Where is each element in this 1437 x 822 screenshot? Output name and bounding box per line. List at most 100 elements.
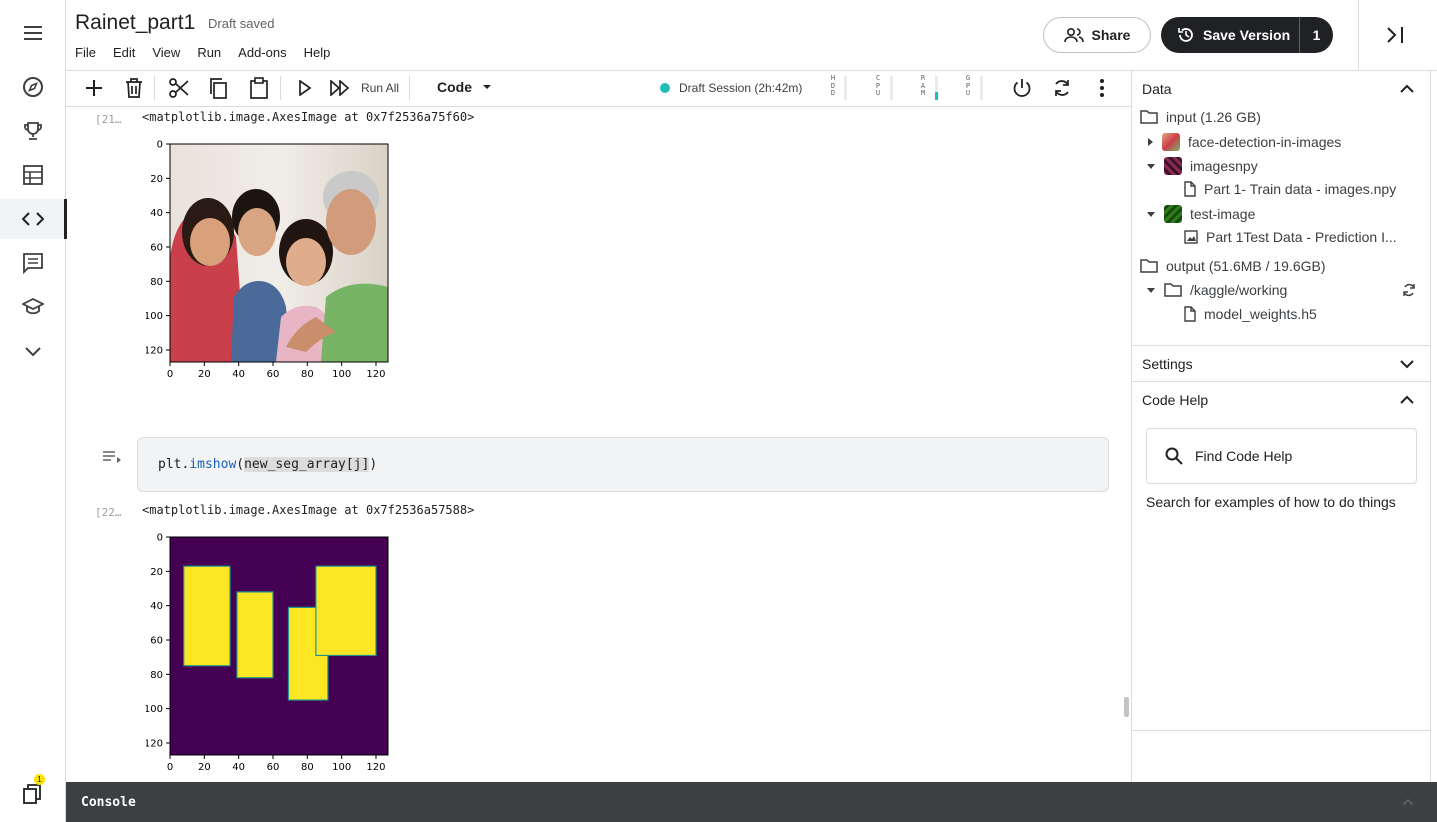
file-images-npy[interactable]: Part 1- Train data - images.npy <box>1184 181 1396 197</box>
collapse-panel-icon[interactable] <box>1384 24 1406 51</box>
y-tick-label: 60 <box>150 635 163 646</box>
input-folder[interactable]: input (1.26 GB) <box>1140 109 1261 125</box>
mask-x-ticks: 0 20 40 60 80 100 120 <box>167 755 386 773</box>
photo-image <box>170 144 388 362</box>
comment-icon[interactable] <box>0 243 66 283</box>
menu-view[interactable]: View <box>152 45 180 60</box>
chevron-up-icon[interactable] <box>1399 392 1415 408</box>
file-icon <box>1184 306 1196 322</box>
chevron-down-icon[interactable] <box>0 331 66 371</box>
file-label: Part 1Test Data - Prediction I... <box>1206 229 1397 245</box>
working-folder[interactable]: /kaggle/working <box>1146 282 1287 298</box>
caret-down-icon <box>1147 164 1155 169</box>
code-open-paren: ( <box>236 457 245 472</box>
history-icon <box>1178 28 1193 42</box>
file-model-weights[interactable]: model_weights.h5 <box>1184 306 1317 322</box>
dataset-imagesnpy[interactable]: imagesnpy <box>1146 157 1258 175</box>
cell-type-select[interactable]: Code <box>437 79 492 95</box>
ram-meter <box>935 76 938 100</box>
code-prefix: plt. <box>158 457 190 472</box>
delete-icon[interactable] <box>122 76 146 100</box>
y-tick-label: 40 <box>150 208 163 219</box>
toolbar-divider <box>280 76 281 100</box>
exec-count-21: [21… <box>95 113 122 126</box>
notifications-icon[interactable]: 1 <box>0 774 66 814</box>
settings-section-header[interactable]: Settings <box>1132 346 1431 382</box>
chevron-up-icon[interactable] <box>1401 795 1415 809</box>
file-test-data[interactable]: Part 1Test Data - Prediction I... <box>1184 229 1397 245</box>
toolbar-divider <box>154 76 155 100</box>
version-count[interactable]: 1 <box>1300 27 1333 43</box>
session-dot <box>660 83 670 93</box>
paste-icon[interactable] <box>247 76 271 100</box>
y-tick-label: 60 <box>150 242 163 253</box>
code-icon[interactable] <box>0 199 67 239</box>
dataset-label: imagesnpy <box>1190 158 1258 174</box>
power-icon[interactable] <box>1010 76 1034 100</box>
settings-title: Settings <box>1142 356 1193 372</box>
photo-plot: 0 20 40 60 80 100 120 0 20 40 60 80 100 120 <box>146 140 389 380</box>
chevron-down-icon[interactable] <box>1399 356 1415 372</box>
y-tick-label: 80 <box>150 670 163 681</box>
trophy-icon[interactable] <box>0 111 66 151</box>
session-status[interactable]: Draft Session (2h:42m) <box>660 81 802 95</box>
notebook-area[interactable]: [21… <matplotlib.image.AxesImage at 0x7f… <box>66 107 1130 782</box>
x-tick-label: 80 <box>301 369 314 380</box>
find-code-help-placeholder: Find Code Help <box>1195 448 1293 464</box>
code-cell[interactable]: plt.imshow(new_seg_array[j]) <box>137 437 1109 492</box>
x-tick-label: 60 <box>267 762 280 773</box>
hdd-meter-label: HDD <box>830 74 836 97</box>
restart-icon[interactable] <box>1050 76 1074 100</box>
menu-edit[interactable]: Edit <box>113 45 135 60</box>
ram-meter-fill <box>935 91 938 100</box>
gpu-meter-label: GPU <box>965 74 971 97</box>
y-tick-label: 100 <box>146 704 163 715</box>
y-tick-label: 120 <box>146 738 163 749</box>
y-tick-label: 80 <box>150 277 163 288</box>
school-icon[interactable] <box>0 287 66 327</box>
x-tick-label: 120 <box>366 762 385 773</box>
dataset-test-image[interactable]: test-image <box>1146 205 1255 223</box>
add-cell-icon[interactable] <box>82 76 106 100</box>
run-all-icon[interactable] <box>328 76 352 100</box>
menu-icon[interactable] <box>0 13 66 53</box>
compass-icon[interactable] <box>0 67 66 107</box>
people-icon <box>1063 27 1084 43</box>
code-function: imshow <box>189 457 237 472</box>
output-folder[interactable]: output (51.6MB / 19.6GB) <box>1140 258 1326 274</box>
code-help-section-header[interactable]: Code Help <box>1132 382 1431 418</box>
gpu-meter <box>980 76 983 100</box>
copy-icon[interactable] <box>206 76 230 100</box>
refresh-icon[interactable] <box>1402 283 1416 302</box>
save-version-label: Save Version <box>1203 27 1291 43</box>
save-version-button[interactable]: Save Version 1 <box>1161 17 1333 53</box>
y-tick-label: 0 <box>157 533 163 544</box>
data-section-header[interactable]: Data <box>1132 71 1431 107</box>
more-options-icon[interactable] <box>1090 76 1114 100</box>
code-close-paren: ) <box>369 457 378 472</box>
chevron-up-icon[interactable] <box>1399 81 1415 97</box>
notebook-scrollbar[interactable] <box>1124 697 1129 717</box>
x-tick-label: 80 <box>301 762 314 773</box>
notebook-title[interactable]: Rainet_part1 <box>75 11 195 35</box>
run-all-button[interactable]: Run All <box>361 81 399 95</box>
menu-run[interactable]: Run <box>197 45 221 60</box>
run-cell-icon[interactable] <box>293 76 317 100</box>
cut-icon[interactable] <box>167 76 191 100</box>
x-tick-label: 20 <box>198 369 211 380</box>
find-code-help-input[interactable]: Find Code Help <box>1146 428 1417 484</box>
search-icon <box>1165 447 1183 465</box>
share-label: Share <box>1091 27 1131 43</box>
console-bar[interactable]: Console <box>66 782 1437 822</box>
input-folder-label: input (1.26 GB) <box>1166 109 1261 125</box>
y-tick-label: 20 <box>150 174 163 185</box>
dataset-face-detection[interactable]: face-detection-in-images <box>1146 133 1341 151</box>
share-button[interactable]: Share <box>1043 17 1151 53</box>
cell-menu-icon[interactable] <box>102 450 122 469</box>
dataset-label: face-detection-in-images <box>1188 134 1342 150</box>
right-panel: Data input (1.26 GB) face-detection-in-i… <box>1131 71 1431 782</box>
menu-addons[interactable]: Add-ons <box>238 45 286 60</box>
table-icon[interactable] <box>0 155 66 195</box>
menu-file[interactable]: File <box>75 45 96 60</box>
menu-help[interactable]: Help <box>304 45 331 60</box>
